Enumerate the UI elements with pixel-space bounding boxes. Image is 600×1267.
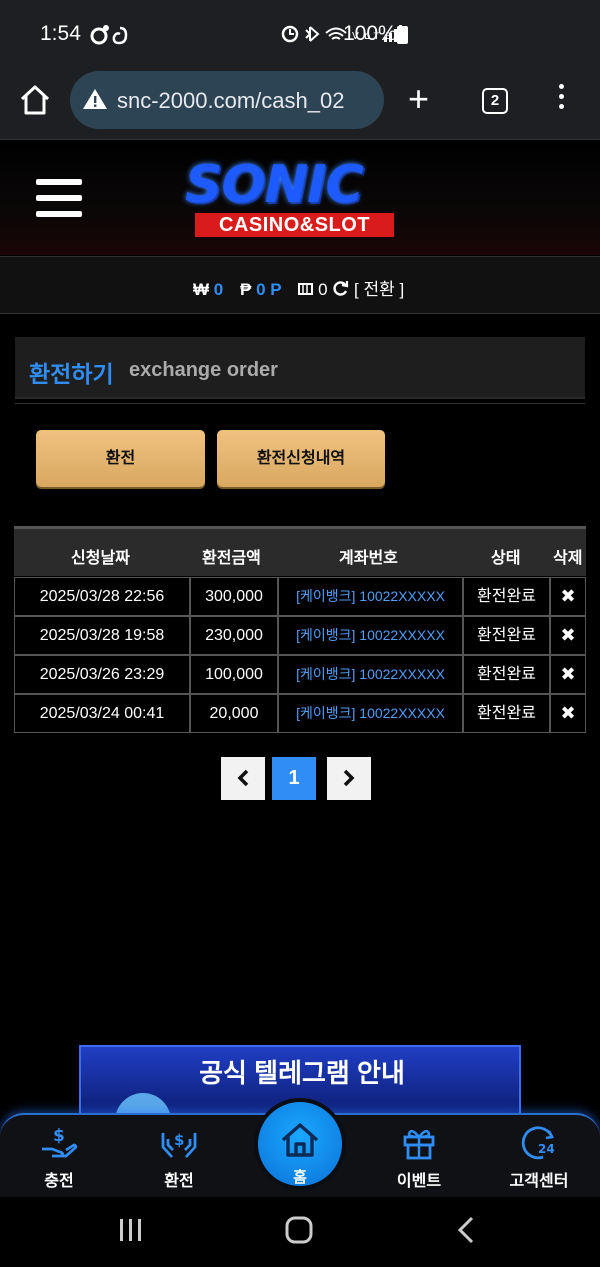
banner-title: 공식 텔레그램 안내: [199, 1058, 405, 1088]
logo-sub: CASINO&SLOT: [195, 213, 394, 237]
delete-icon[interactable]: ✖: [550, 616, 586, 655]
gift-icon: [403, 1129, 435, 1160]
nav-charge[interactable]: $ 충전: [14, 1125, 104, 1191]
nav-support-label: 고객센터: [509, 1173, 569, 1190]
status-time: 1:54: [40, 22, 81, 45]
chip-balance: 0: [318, 280, 328, 299]
system-navigation-bar: [0, 1197, 600, 1267]
point-symbol: ₱: [239, 280, 252, 299]
row-status: 환전완료: [463, 577, 550, 616]
row-account: [케이뱅크] 10022XXXXX: [278, 616, 463, 655]
new-tab-icon[interactable]: +: [408, 78, 429, 120]
row-status: 환전완료: [463, 616, 550, 655]
row-amount: 100,000: [190, 655, 278, 694]
convert-button[interactable]: [ 전환 ]: [354, 280, 404, 299]
nav-exchange-label: 환전: [164, 1173, 194, 1190]
svg-text:$: $: [174, 1131, 184, 1149]
home-system-icon[interactable]: [284, 1215, 314, 1245]
delete-icon[interactable]: ✖: [550, 577, 586, 616]
exchange-button[interactable]: 환전: [36, 430, 205, 487]
delete-icon[interactable]: ✖: [550, 694, 586, 733]
nav-support[interactable]: 24 고객센터: [494, 1125, 584, 1191]
withdraw-icon: $: [161, 1131, 197, 1158]
row-status: 환전완료: [463, 655, 550, 694]
row-amount: 20,000: [190, 694, 278, 733]
warning-icon: [83, 89, 107, 109]
divider: [15, 403, 585, 404]
battery-icon: [397, 26, 408, 44]
row-date: 2025/03/28 22:56: [14, 577, 190, 616]
svg-text:$: $: [53, 1126, 65, 1146]
deposit-icon: $: [42, 1126, 78, 1158]
recent-apps-icon[interactable]: [117, 1217, 145, 1243]
header-account: 계좌번호: [339, 550, 398, 567]
next-page-button[interactable]: [327, 757, 371, 800]
delete-icon[interactable]: ✖: [550, 655, 586, 694]
nav-charge-label: 충전: [44, 1173, 74, 1190]
status-bar: 1:54 Vo LTE 100%: [0, 0, 600, 68]
back-icon[interactable]: [455, 1215, 477, 1245]
table-row: 2025/03/24 00:41 20,000 [케이뱅크] 10022XXXX…: [14, 694, 586, 733]
hamburger-menu-icon[interactable]: [36, 179, 82, 217]
table-row: 2025/03/26 23:29 100,000 [케이뱅크] 10022XXX…: [14, 655, 586, 694]
site-header: SONIC CASINO&SLOT: [0, 141, 600, 255]
won-symbol: ₩: [193, 280, 210, 299]
notification-icons: [90, 24, 134, 51]
page-title-box: 환전하기 exchange order: [15, 337, 585, 399]
balance-bar: ₩ 0 ₱ 0 P 0 [ 전환 ]: [0, 256, 600, 314]
header-status: 상태: [491, 550, 521, 567]
chip-icon: [298, 280, 318, 299]
row-status: 환전완료: [463, 694, 550, 733]
logo-main: SONIC: [185, 155, 364, 215]
exchange-history-button[interactable]: 환전신청내역: [217, 430, 385, 487]
browser-toolbar: snc-2000.com/cash_02 + 2: [0, 68, 600, 140]
nav-exchange[interactable]: $ 환전: [134, 1125, 224, 1191]
row-account: [케이뱅크] 10022XXXXX: [278, 655, 463, 694]
header-date: 신청날짜: [71, 550, 130, 567]
page-subtitle: exchange order: [129, 359, 278, 381]
url-text: snc-2000.com/cash_02: [117, 88, 345, 113]
nav-home-label: 홈: [293, 1169, 307, 1186]
site-logo[interactable]: SONIC CASINO&SLOT: [175, 155, 415, 239]
row-amount: 300,000: [190, 577, 278, 616]
table-row: 2025/03/28 22:56 300,000 [케이뱅크] 10022XXX…: [14, 577, 586, 616]
row-date: 2025/03/24 00:41: [14, 694, 190, 733]
table-header: 신청날짜 환전금액 계좌번호 상태 삭제: [14, 526, 586, 576]
svg-text:24: 24: [538, 1142, 555, 1156]
header-delete: 삭제: [553, 550, 583, 567]
chevron-left-icon: [237, 769, 249, 787]
row-date: 2025/03/28 19:58: [14, 616, 190, 655]
nav-event-label: 이벤트: [396, 1173, 442, 1190]
row-amount: 230,000: [190, 616, 278, 655]
row-date: 2025/03/26 23:29: [14, 655, 190, 694]
refresh-icon[interactable]: [332, 280, 354, 299]
prev-page-button[interactable]: [221, 757, 265, 800]
point-balance: 0 P: [256, 280, 282, 299]
home-icon: [281, 1123, 319, 1157]
more-menu-icon[interactable]: [559, 84, 567, 114]
won-balance: 0: [213, 280, 224, 299]
header-amount: 환전금액: [202, 550, 261, 567]
tab-count-button[interactable]: 2: [482, 88, 508, 114]
nav-event[interactable]: 이벤트: [374, 1125, 464, 1191]
nav-home[interactable]: 홈: [254, 1098, 346, 1190]
chevron-right-icon: [343, 769, 355, 787]
battery-level: 100%: [343, 22, 397, 45]
page-number-button[interactable]: 1: [272, 757, 316, 800]
page-title: 환전하기: [29, 361, 114, 387]
row-account: [케이뱅크] 10022XXXXX: [278, 577, 463, 616]
address-bar[interactable]: snc-2000.com/cash_02: [70, 71, 384, 129]
table-row: 2025/03/28 19:58 230,000 [케이뱅크] 10022XXX…: [14, 616, 586, 655]
browser-home-icon[interactable]: [18, 84, 54, 120]
row-account: [케이뱅크] 10022XXXXX: [278, 694, 463, 733]
support-24-icon: 24: [521, 1126, 555, 1160]
